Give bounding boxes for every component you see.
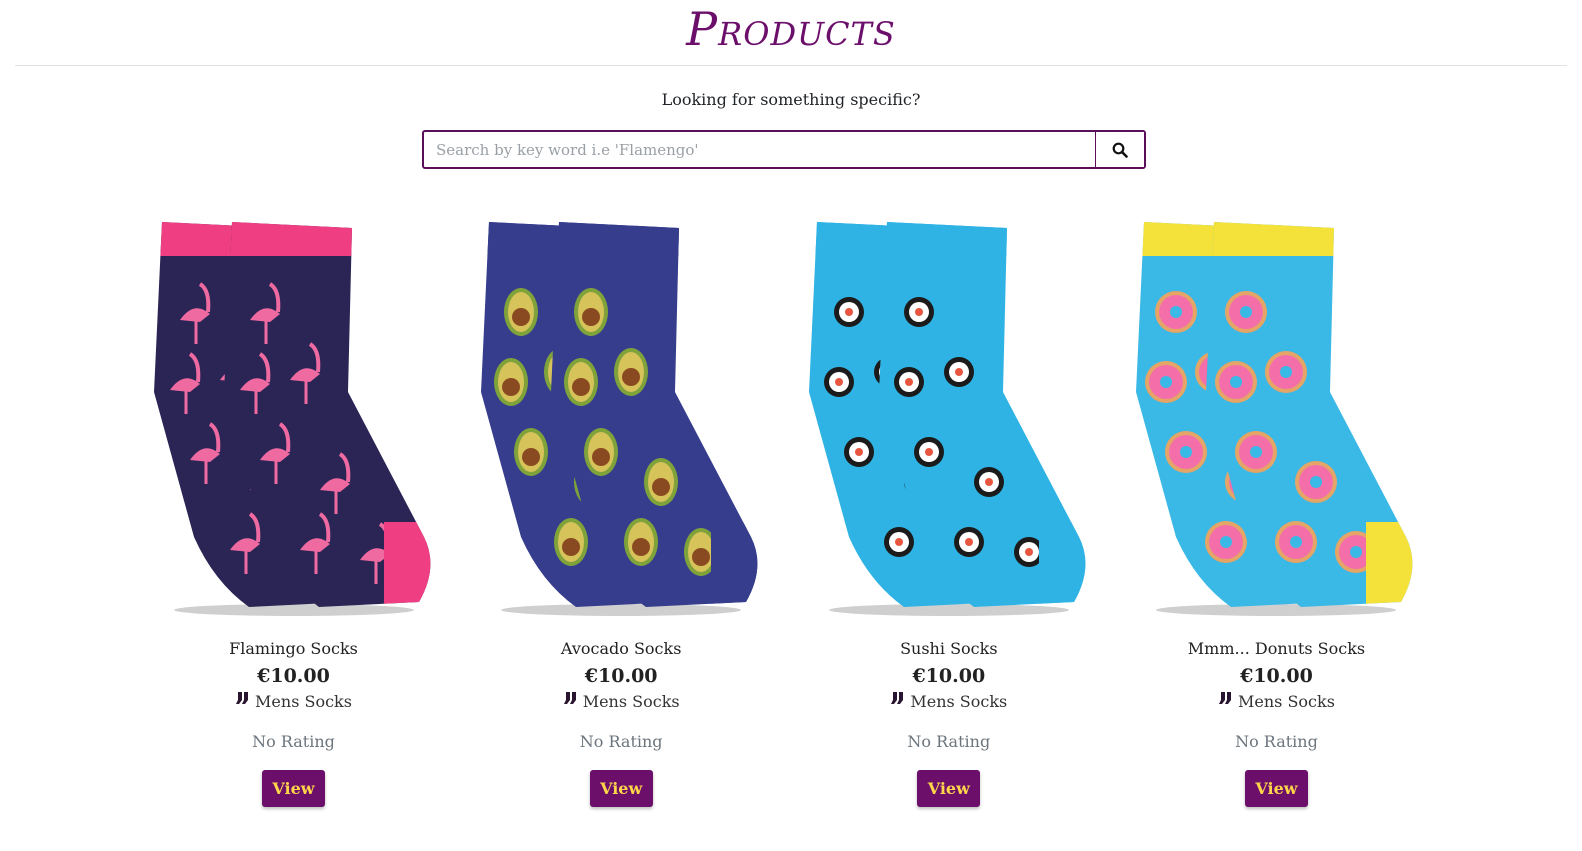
view-button[interactable]: View xyxy=(917,770,981,807)
product-card: Mmm... Donuts Socks €10.00 Mens Socks No… xyxy=(1113,222,1440,807)
product-card: Avocado Socks €10.00 Mens Socks No Ratin… xyxy=(458,222,785,807)
product-category[interactable]: Mens Socks xyxy=(458,691,785,713)
socks-icon xyxy=(563,691,579,713)
product-price: €10.00 xyxy=(1240,665,1313,687)
product-rating: No Rating xyxy=(579,732,663,751)
socks-icon xyxy=(235,691,251,713)
search-button[interactable] xyxy=(1095,132,1144,167)
view-button[interactable]: View xyxy=(262,770,325,807)
product-category-label: Mens Socks xyxy=(255,692,352,711)
product-image[interactable] xyxy=(1113,222,1440,618)
socks-icon xyxy=(1218,691,1234,713)
product-name: Sushi Socks xyxy=(900,639,998,658)
product-name: Flamingo Socks xyxy=(229,639,358,658)
product-grid: Flamingo Socks €10.00 Mens Socks No Rati… xyxy=(130,222,1440,807)
product-category-label: Mens Socks xyxy=(1238,692,1335,711)
search-prompt: Looking for something specific? xyxy=(661,90,921,109)
product-rating: No Rating xyxy=(252,732,335,751)
product-category[interactable]: Mens Socks xyxy=(130,691,457,713)
view-button[interactable]: View xyxy=(589,770,653,807)
page-header: Products xyxy=(0,0,1582,66)
product-image[interactable] xyxy=(130,222,457,618)
product-category[interactable]: Mens Socks xyxy=(785,691,1112,713)
search-icon xyxy=(1112,142,1128,158)
page-title: Products xyxy=(686,2,896,56)
product-rating: No Rating xyxy=(907,732,991,751)
product-name: Mmm... Donuts Socks xyxy=(1187,639,1366,658)
product-price: €10.00 xyxy=(584,665,658,687)
socks-icon xyxy=(890,691,906,713)
search-input[interactable] xyxy=(424,132,1095,167)
product-price: €10.00 xyxy=(257,665,330,687)
product-card: Sushi Socks €10.00 Mens Socks No Rating … xyxy=(785,222,1112,807)
product-category[interactable]: Mens Socks xyxy=(1113,691,1440,713)
header-divider xyxy=(15,65,1567,66)
product-category-label: Mens Socks xyxy=(910,692,1008,711)
product-rating: No Rating xyxy=(1235,732,1318,751)
product-image[interactable] xyxy=(458,222,785,618)
view-button[interactable]: View xyxy=(1244,770,1308,807)
search-bar xyxy=(422,130,1146,169)
product-card: Flamingo Socks €10.00 Mens Socks No Rati… xyxy=(130,222,457,807)
product-price: €10.00 xyxy=(912,665,986,687)
product-image[interactable] xyxy=(785,222,1112,618)
product-category-label: Mens Socks xyxy=(582,692,680,711)
product-name: Avocado Socks xyxy=(560,639,682,658)
